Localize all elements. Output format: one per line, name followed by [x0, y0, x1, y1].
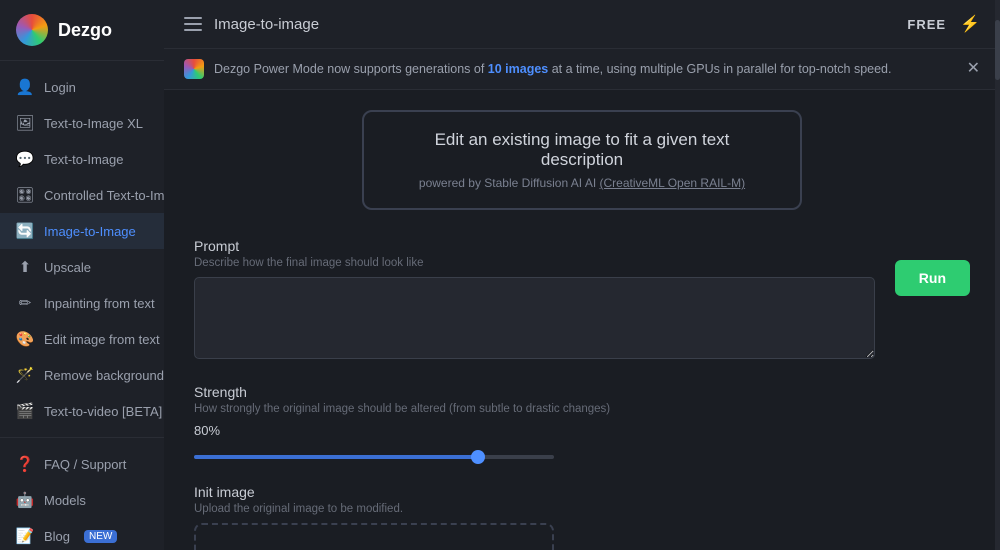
sidebar-item-inpainting-from-text[interactable]: ✏ Inpainting from text [0, 285, 164, 321]
strength-section: Strength How strongly the original image… [194, 384, 970, 464]
topbar: Image-to-image FREE ⚡ [164, 0, 1000, 49]
announcement-banner: Dezgo Power Mode now supports generation… [164, 49, 1000, 90]
strength-hint: How strongly the original image should b… [194, 403, 970, 415]
text-to-image-icon: 💬 [16, 150, 34, 168]
sidebar-item-label: Text-to-Image [44, 152, 123, 167]
sidebar-item-label: Models [44, 493, 86, 508]
sidebar-item-text-to-image[interactable]: 💬 Text-to-Image [0, 141, 164, 177]
login-icon: 👤 [16, 78, 34, 96]
logo-icon [16, 14, 48, 46]
sidebar-item-blog[interactable]: 📝 Blog NEW [0, 518, 164, 550]
sidebar-item-label: Upscale [44, 260, 91, 275]
hero-title: Edit an existing image to fit a given te… [394, 130, 770, 170]
prompt-left: Prompt Describe how the final image shou… [194, 238, 875, 364]
sidebar-item-models[interactable]: 🤖 Models [0, 482, 164, 518]
scrollbar-track[interactable] [995, 0, 1000, 550]
init-image-hint: Upload the original image to be modified… [194, 503, 970, 515]
sidebar-item-login[interactable]: 👤 Login [0, 69, 164, 105]
sidebar-item-label: FAQ / Support [44, 457, 126, 472]
prompt-input[interactable] [194, 277, 875, 359]
topbar-right: FREE ⚡ [907, 14, 980, 34]
upscale-icon: ⬆ [16, 258, 34, 276]
edit-image-from-text-icon: 🎨 [16, 330, 34, 348]
models-icon: 🤖 [16, 491, 34, 509]
page-body: Edit an existing image to fit a given te… [164, 90, 1000, 550]
sidebar-item-label: Text-to-video [BETA] [44, 404, 162, 419]
sidebar-item-upscale[interactable]: ⬆ Upscale [0, 249, 164, 285]
sidebar-item-label: Image-to-Image [44, 224, 136, 239]
sidebar-item-label: Edit image from text [44, 332, 160, 347]
hero-subtitle-text: powered by Stable Diffusion AI [419, 176, 582, 190]
prompt-right: Run [895, 238, 970, 296]
sidebar-item-label: Controlled Text-to-Image [44, 188, 164, 203]
logo-text: Dezgo [58, 20, 112, 41]
sidebar-item-edit-image-from-text[interactable]: 🎨 Edit image from text [0, 321, 164, 357]
init-image-label: Init image [194, 484, 970, 500]
sidebar-logo[interactable]: Dezgo [0, 0, 164, 61]
prompt-section: Prompt Describe how the final image shou… [194, 238, 970, 364]
free-badge: FREE [907, 17, 946, 32]
menu-icon[interactable] [184, 17, 202, 31]
announcement-text-after: at a time, using multiple GPUs in parall… [548, 62, 891, 76]
prompt-row: Prompt Describe how the final image shou… [194, 238, 970, 364]
sidebar-item-label: Inpainting from text [44, 296, 155, 311]
page-title: Image-to-image [214, 16, 319, 33]
hero-subtitle: powered by Stable Diffusion AI AI (Creat… [394, 176, 770, 190]
faq-icon: ❓ [16, 455, 34, 473]
init-image-dropzone[interactable]: Max: 512x512px (auto-resized) Drag and d… [194, 523, 554, 550]
sidebar-bottom: ❓ FAQ / Support 🤖 Models 📝 Blog NEW ⚡ AP… [0, 437, 164, 550]
blog-icon: 📝 [16, 527, 34, 545]
remove-background-icon: 🪄 [16, 366, 34, 384]
sidebar-item-label: Blog [44, 529, 70, 544]
image-to-image-icon: 🔄 [16, 222, 34, 240]
inpainting-from-text-icon: ✏ [16, 294, 34, 312]
announcement-text: Dezgo Power Mode now supports generation… [214, 62, 957, 76]
main-content: Image-to-image FREE ⚡ Dezgo Power Mode n… [164, 0, 1000, 550]
sidebar-item-text-to-video[interactable]: 🎬 Text-to-video [BETA] [0, 393, 164, 429]
announcement-logo-icon [184, 59, 204, 79]
sidebar-item-faq[interactable]: ❓ FAQ / Support [0, 446, 164, 482]
init-image-section: Init image Upload the original image to … [194, 484, 970, 550]
strength-label: Strength [194, 384, 970, 400]
scrollbar-thumb[interactable] [995, 20, 1000, 80]
announcement-highlight[interactable]: 10 images [488, 62, 548, 76]
sidebar-item-remove-background[interactable]: 🪄 Remove background [0, 357, 164, 393]
sidebar: Dezgo 👤 Login 🖼 Text-to-Image XL 💬 Text-… [0, 0, 164, 550]
hero-subtitle-link[interactable]: (CreativeML Open RAIL-M) [599, 176, 745, 190]
strength-slider-container [194, 446, 970, 464]
run-button[interactable]: Run [895, 260, 970, 296]
hero-box: Edit an existing image to fit a given te… [362, 110, 802, 210]
badge-blog: NEW [84, 530, 117, 543]
strength-value: 80% [194, 423, 970, 438]
sidebar-item-text-to-image-xl[interactable]: 🖼 Text-to-Image XL [0, 105, 164, 141]
sidebar-item-label: Login [44, 80, 76, 95]
announcement-text-before: Dezgo Power Mode now supports generation… [214, 62, 488, 76]
sidebar-item-image-to-image[interactable]: 🔄 Image-to-Image [0, 213, 164, 249]
text-to-image-xl-icon: 🖼 [16, 114, 34, 132]
text-to-video-icon: 🎬 [16, 402, 34, 420]
strength-slider[interactable] [194, 455, 554, 459]
sidebar-item-label: Text-to-Image XL [44, 116, 143, 131]
lightning-icon[interactable]: ⚡ [960, 14, 980, 34]
prompt-label: Prompt [194, 238, 875, 254]
sidebar-item-controlled-text-to-image[interactable]: 🎛 Controlled Text-to-Image [0, 177, 164, 213]
prompt-hint: Describe how the final image should look… [194, 257, 875, 269]
sidebar-item-label: Remove background [44, 368, 164, 383]
controlled-text-to-image-icon: 🎛 [16, 186, 34, 204]
close-icon[interactable]: ✕ [967, 61, 980, 77]
sidebar-nav: 👤 Login 🖼 Text-to-Image XL 💬 Text-to-Ima… [0, 61, 164, 437]
